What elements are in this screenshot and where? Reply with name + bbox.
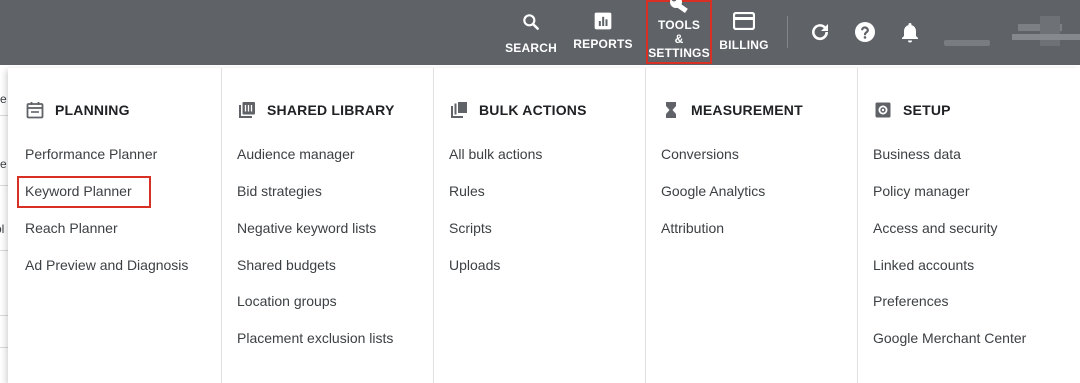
setup-header: SETUP — [873, 100, 951, 120]
bulk-actions-icon — [451, 102, 467, 118]
planning-title: PLANNING — [55, 102, 130, 118]
menu-item-business-data[interactable]: Business data — [873, 145, 961, 163]
reports-button[interactable]: REPORTS — [572, 0, 634, 65]
account-info-redacted — [944, 40, 990, 46]
tools-and-settings-button[interactable]: TOOLS & SETTINGS — [646, 0, 712, 64]
menu-item-performance-planner[interactable]: Performance Planner — [25, 145, 157, 163]
menu-item-attribution[interactable]: Attribution — [661, 219, 724, 237]
tools-label-line1: TOOLS — [657, 18, 701, 32]
setup-column: SETUP Business data Policy manager Acces… — [857, 68, 1080, 383]
setup-title: SETUP — [903, 102, 951, 118]
shared-library-header: SHARED LIBRARY — [237, 100, 395, 120]
menu-item-all-bulk-actions[interactable]: All bulk actions — [449, 145, 542, 163]
measurement-title: MEASUREMENT — [691, 102, 803, 118]
shared-library-column: SHARED LIBRARY Audience manager Bid stra… — [221, 68, 433, 383]
measurement-header: MEASUREMENT — [661, 100, 803, 120]
page-fragment-text: e — [0, 92, 7, 106]
menu-item-negative-keyword-lists[interactable]: Negative keyword lists — [237, 219, 376, 237]
hourglass-icon — [666, 102, 676, 118]
planning-column: PLANNING Performance Planner Keyword Pla… — [8, 68, 220, 383]
menu-item-conversions[interactable]: Conversions — [661, 145, 739, 163]
page-divider — [0, 315, 8, 316]
bulk-actions-column: BULK ACTIONS All bulk actions Rules Scri… — [433, 68, 645, 383]
underlying-page-edge: e e ol — [0, 65, 8, 383]
page-fragment-text: ol — [0, 222, 5, 236]
page-divider — [0, 185, 8, 186]
menu-item-location-groups[interactable]: Location groups — [237, 292, 337, 310]
menu-item-reach-planner[interactable]: Reach Planner — [25, 219, 118, 237]
page-divider — [0, 347, 8, 348]
menu-item-access-and-security[interactable]: Access and security — [873, 219, 998, 237]
page-fragment-text: e — [0, 157, 7, 171]
search-button[interactable]: SEARCH — [503, 0, 559, 65]
measurement-column: MEASUREMENT Conversions Google Analytics… — [645, 68, 857, 383]
tools-label-line2: & — [674, 32, 684, 46]
menu-item-preferences[interactable]: Preferences — [873, 292, 948, 310]
planning-icon — [26, 102, 44, 119]
shared-library-icon — [239, 102, 255, 118]
page-divider — [0, 115, 8, 116]
top-navigation-bar: SEARCH REPORTS TOOLS & SETTINGS BILLING — [0, 0, 1080, 65]
bulk-actions-header: BULK ACTIONS — [449, 100, 587, 120]
tools-settings-menu: PLANNING Performance Planner Keyword Pla… — [8, 68, 1080, 383]
refresh-icon[interactable] — [808, 20, 832, 44]
page-divider — [0, 250, 8, 251]
wrench-icon — [670, 0, 688, 13]
menu-item-google-analytics[interactable]: Google Analytics — [661, 182, 765, 200]
toolbar-divider — [787, 16, 788, 48]
tools-label-line3: SETTINGS — [648, 46, 710, 60]
bell-icon[interactable] — [898, 20, 922, 44]
menu-item-scripts[interactable]: Scripts — [449, 219, 492, 237]
menu-item-placement-exclusion-lists[interactable]: Placement exclusion lists — [237, 329, 393, 347]
planning-header: PLANNING — [25, 100, 130, 120]
reports-label: REPORTS — [573, 37, 633, 51]
menu-item-audience-manager[interactable]: Audience manager — [237, 145, 355, 163]
menu-item-uploads[interactable]: Uploads — [449, 256, 500, 274]
menu-item-linked-accounts[interactable]: Linked accounts — [873, 256, 974, 274]
billing-label: BILLING — [719, 38, 769, 52]
keyword-planner-highlight-box — [17, 176, 151, 208]
account-avatar-redacted[interactable] — [1012, 16, 1080, 50]
help-icon[interactable] — [853, 20, 877, 44]
reports-icon — [594, 12, 612, 30]
menu-item-ad-preview-and-diagnosis[interactable]: Ad Preview and Diagnosis — [25, 256, 188, 274]
setup-icon — [875, 102, 891, 118]
billing-card-icon — [733, 12, 755, 30]
search-icon — [523, 14, 539, 30]
menu-item-shared-budgets[interactable]: Shared budgets — [237, 256, 336, 274]
bulk-actions-title: BULK ACTIONS — [479, 102, 587, 118]
menu-item-rules[interactable]: Rules — [449, 182, 485, 200]
shared-library-title: SHARED LIBRARY — [267, 102, 395, 118]
billing-button[interactable]: BILLING — [716, 0, 772, 65]
menu-item-google-merchant-center[interactable]: Google Merchant Center — [873, 329, 1026, 347]
menu-item-bid-strategies[interactable]: Bid strategies — [237, 182, 322, 200]
menu-item-policy-manager[interactable]: Policy manager — [873, 182, 970, 200]
search-label: SEARCH — [505, 41, 557, 55]
